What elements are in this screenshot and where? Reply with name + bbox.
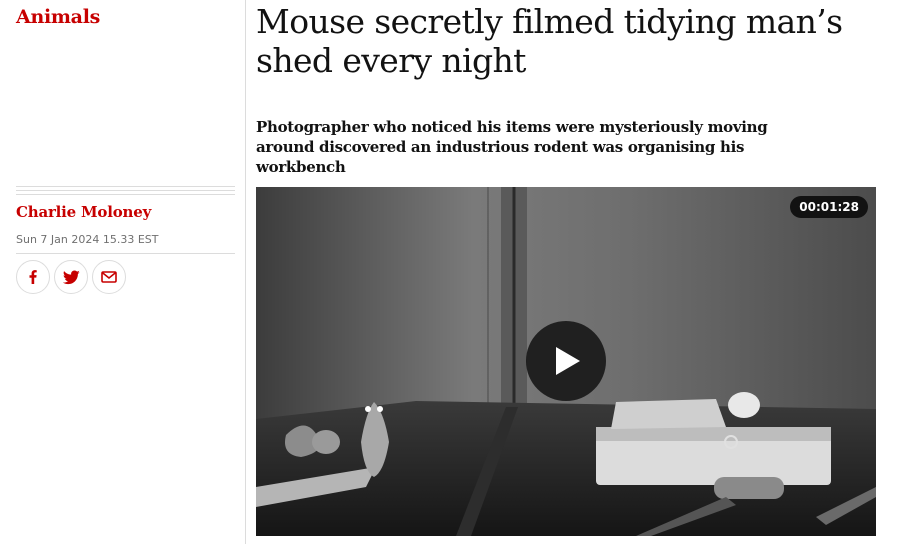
article-headline: Mouse secretly filmed tidying man’s shed…: [256, 2, 843, 80]
video-player[interactable]: 00:01:28: [256, 187, 876, 536]
author-link[interactable]: Charlie Moloney: [16, 203, 151, 221]
facebook-icon: [29, 270, 37, 284]
email-icon: [101, 271, 117, 283]
article-meta-column: Animals Charlie Moloney Sun 7 Jan 2024 1…: [16, 0, 235, 544]
section-link[interactable]: Animals: [16, 6, 100, 28]
twitter-icon: [62, 269, 80, 284]
share-buttons: [16, 260, 126, 294]
article-standfirst: Photographer who noticed his items were …: [256, 118, 768, 176]
column-divider: [245, 0, 246, 544]
publish-date: Sun 7 Jan 2024 15.33 EST: [16, 233, 159, 246]
email-share-button[interactable]: [92, 260, 126, 294]
play-icon: [556, 347, 580, 375]
video-duration: 00:01:28: [790, 196, 868, 218]
facebook-share-button[interactable]: [16, 260, 50, 294]
play-button[interactable]: [526, 321, 606, 401]
divider-rules: [16, 186, 235, 198]
date-divider: [16, 253, 235, 254]
twitter-share-button[interactable]: [54, 260, 88, 294]
